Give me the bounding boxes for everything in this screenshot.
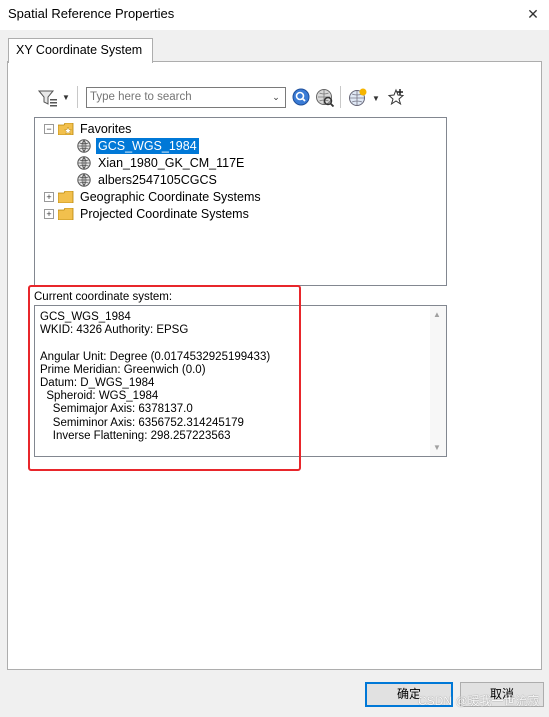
globe-icon [77, 156, 91, 170]
tab-label: XY Coordinate System [16, 43, 143, 57]
collapse-icon[interactable]: − [44, 124, 54, 134]
tree-item-label: Projected Coordinate Systems [80, 207, 249, 221]
scroll-up-icon[interactable]: ▲ [433, 310, 441, 319]
details-scrollbar[interactable]: ▲ ▼ [430, 306, 446, 456]
search-input[interactable] [88, 89, 266, 104]
folder-icon [58, 208, 74, 220]
tab-xy-coordinate-system[interactable]: XY Coordinate System [8, 38, 153, 63]
filter-icon[interactable] [38, 89, 58, 107]
expand-icon[interactable]: + [44, 209, 54, 219]
scroll-down-icon[interactable]: ▼ [433, 443, 441, 452]
folder-icon [58, 191, 74, 203]
window-title: Spatial Reference Properties [8, 6, 175, 21]
favorites-folder-icon [58, 123, 74, 135]
toolbar-separator [340, 86, 341, 108]
tree-item-label: Xian_1980_GK_CM_117E [98, 156, 245, 170]
search-box[interactable]: ⌄ [86, 87, 286, 108]
favorites-label: Favorites [80, 122, 132, 136]
coordinate-system-tree[interactable]: − Favorites GCS_WGS_1984 Xian_1980_GK_CM… [34, 117, 447, 286]
globe-icon [77, 173, 91, 187]
filter-dropdown-icon[interactable]: ▼ [62, 93, 70, 102]
globe-remove-icon[interactable] [315, 88, 335, 107]
close-icon[interactable]: ✕ [522, 3, 544, 25]
watermark: CSDN @暖我一世流寂 [418, 694, 540, 708]
globe-icon [77, 139, 91, 153]
globe-search-icon[interactable] [292, 88, 310, 106]
toolbar-separator [77, 86, 78, 108]
add-dropdown-icon[interactable]: ▼ [372, 94, 380, 103]
expand-icon[interactable]: + [44, 192, 54, 202]
tree-item-label: GCS_WGS_1984 [96, 138, 199, 154]
annotation-highlight-box [28, 285, 301, 471]
tree-item-label: Geographic Coordinate Systems [80, 190, 261, 204]
dialog-window: Spatial Reference Properties ✕ XY Coordi… [0, 0, 549, 717]
globe-add-icon[interactable] [348, 88, 368, 107]
title-bar: Spatial Reference Properties ✕ [0, 0, 549, 30]
tree-item-label: albers2547105CGCS [98, 173, 217, 187]
search-dropdown-icon[interactable]: ⌄ [269, 89, 283, 105]
add-favorite-icon[interactable] [387, 88, 405, 106]
